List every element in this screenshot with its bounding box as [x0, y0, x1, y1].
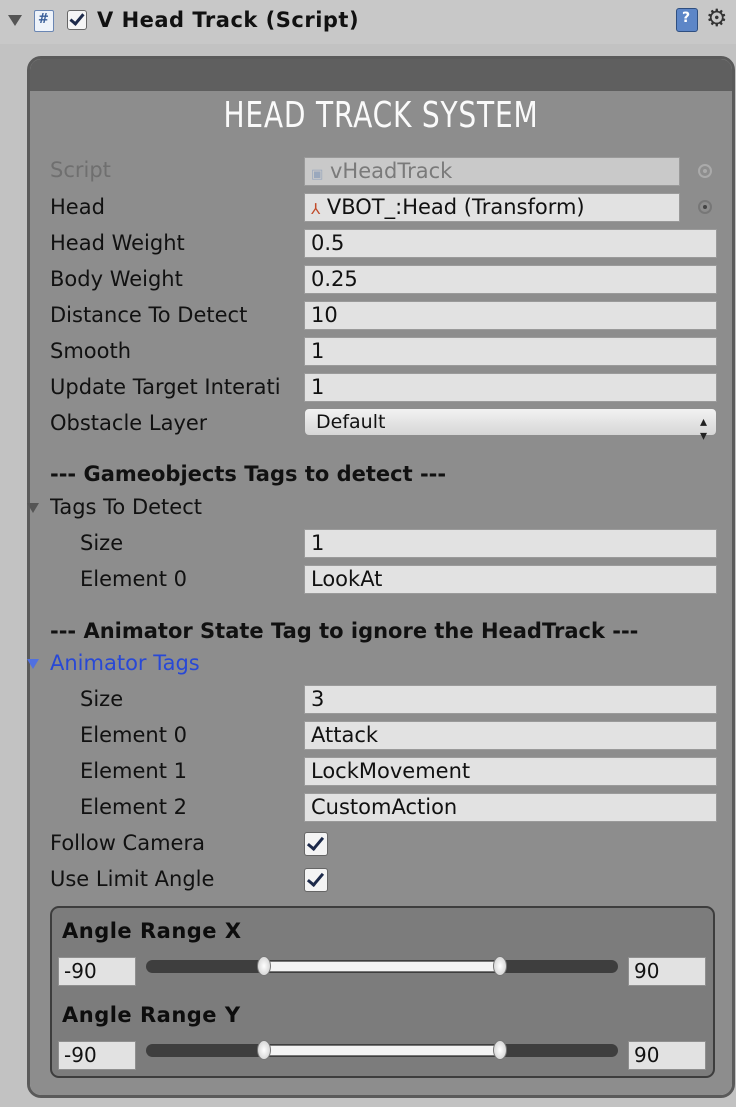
obstacle-layer-value: Default — [316, 411, 386, 433]
body-weight-input[interactable]: 0.25 — [304, 265, 717, 294]
tags-element-input[interactable]: LookAt — [304, 565, 717, 594]
animator-tags-foldout[interactable]: Animator Tags — [50, 651, 200, 675]
animator-element-label: Element 2 — [80, 795, 187, 819]
update-target-input[interactable]: 1 — [304, 373, 717, 402]
animator-foldout-arrow-icon[interactable] — [27, 659, 39, 669]
angle-x-max-input[interactable]: 90 — [628, 957, 706, 986]
update-target-label: Update Target Interati — [50, 375, 281, 399]
angle-x-slider-track[interactable] — [146, 956, 618, 976]
head-label: Head — [50, 195, 105, 219]
script-field: ▣ vHeadTrack — [304, 157, 680, 186]
head-picker-icon[interactable] — [698, 200, 712, 214]
angle-y-slider-track[interactable] — [146, 1040, 618, 1060]
gear-icon[interactable]: ⚙ — [706, 4, 728, 32]
panel-title: HEAD TRACK SYSTEM — [223, 95, 539, 136]
head-weight-input[interactable]: 0.5 — [304, 229, 717, 258]
head-weight-label: Head Weight — [50, 231, 185, 255]
tags-to-detect-foldout[interactable]: Tags To Detect — [50, 495, 202, 519]
animator-element-label: Element 0 — [80, 723, 187, 747]
head-field[interactable]: ⅄ VBOT_:Head (Transform) — [304, 193, 680, 222]
angle-y-selected-range[interactable] — [264, 1045, 500, 1056]
script-picker-icon — [698, 164, 712, 178]
angle-x-selected-range[interactable] — [264, 961, 500, 972]
component-header: V Head Track (Script) ⚙ — [0, 0, 736, 44]
tags-size-label: Size — [80, 531, 124, 555]
obstacle-layer-dropdown[interactable]: Default ▴ ▾ — [304, 408, 717, 444]
animator-element-input[interactable]: LockMovement — [304, 757, 717, 786]
tags-foldout-arrow-icon[interactable] — [27, 503, 39, 513]
body-weight-label: Body Weight — [50, 267, 183, 291]
use-limit-angle-checkbox[interactable] — [304, 868, 328, 892]
angle-x-max-thumb[interactable] — [493, 956, 507, 976]
script-file-icon: ▣ — [311, 167, 324, 182]
angle-y-min-input[interactable]: -90 — [58, 1041, 136, 1070]
updown-arrow-icon: ▴ ▾ — [699, 414, 707, 444]
tags-size-input[interactable]: 1 — [304, 529, 717, 558]
distance-to-detect-label: Distance To Detect — [50, 303, 248, 327]
tags-section-heading: --- Gameobjects Tags to detect --- — [50, 462, 447, 486]
angle-range-x-label: Angle Range X — [62, 919, 242, 943]
head-value: VBOT_:Head (Transform) — [326, 195, 585, 219]
animator-size-input[interactable]: 3 — [304, 685, 717, 714]
animator-section-heading: --- Animator State Tag to ignore the Hea… — [50, 619, 639, 643]
tags-element-label: Element 0 — [80, 567, 187, 591]
script-icon — [34, 10, 54, 32]
follow-camera-label: Follow Camera — [50, 831, 205, 855]
obstacle-layer-label: Obstacle Layer — [50, 411, 208, 435]
smooth-input[interactable]: 1 — [304, 337, 717, 366]
follow-camera-checkbox[interactable] — [304, 832, 328, 856]
help-icon[interactable] — [676, 8, 698, 32]
transform-icon: ⅄ — [311, 200, 321, 218]
angle-x-min-thumb[interactable] — [257, 956, 271, 976]
angle-x-min-input[interactable]: -90 — [58, 957, 136, 986]
angle-y-max-input[interactable]: 90 — [628, 1041, 706, 1070]
animator-element-input[interactable]: Attack — [304, 721, 717, 750]
script-label: Script — [50, 158, 111, 182]
component-foldout-icon[interactable] — [8, 15, 22, 26]
use-limit-angle-label: Use Limit Angle — [50, 867, 215, 891]
animator-element-input[interactable]: CustomAction — [304, 793, 717, 822]
distance-to-detect-input[interactable]: 10 — [304, 301, 717, 330]
animator-element-label: Element 1 — [80, 759, 187, 783]
component-title: V Head Track (Script) — [97, 8, 360, 32]
script-value: vHeadTrack — [329, 159, 453, 183]
panel-top-band — [30, 59, 732, 91]
angle-range-y-label: Angle Range Y — [62, 1003, 241, 1027]
angle-y-min-thumb[interactable] — [257, 1040, 271, 1060]
angle-y-max-thumb[interactable] — [493, 1040, 507, 1060]
component-enabled-checkbox[interactable] — [67, 10, 87, 30]
smooth-label: Smooth — [50, 339, 132, 363]
animator-size-label: Size — [80, 687, 124, 711]
